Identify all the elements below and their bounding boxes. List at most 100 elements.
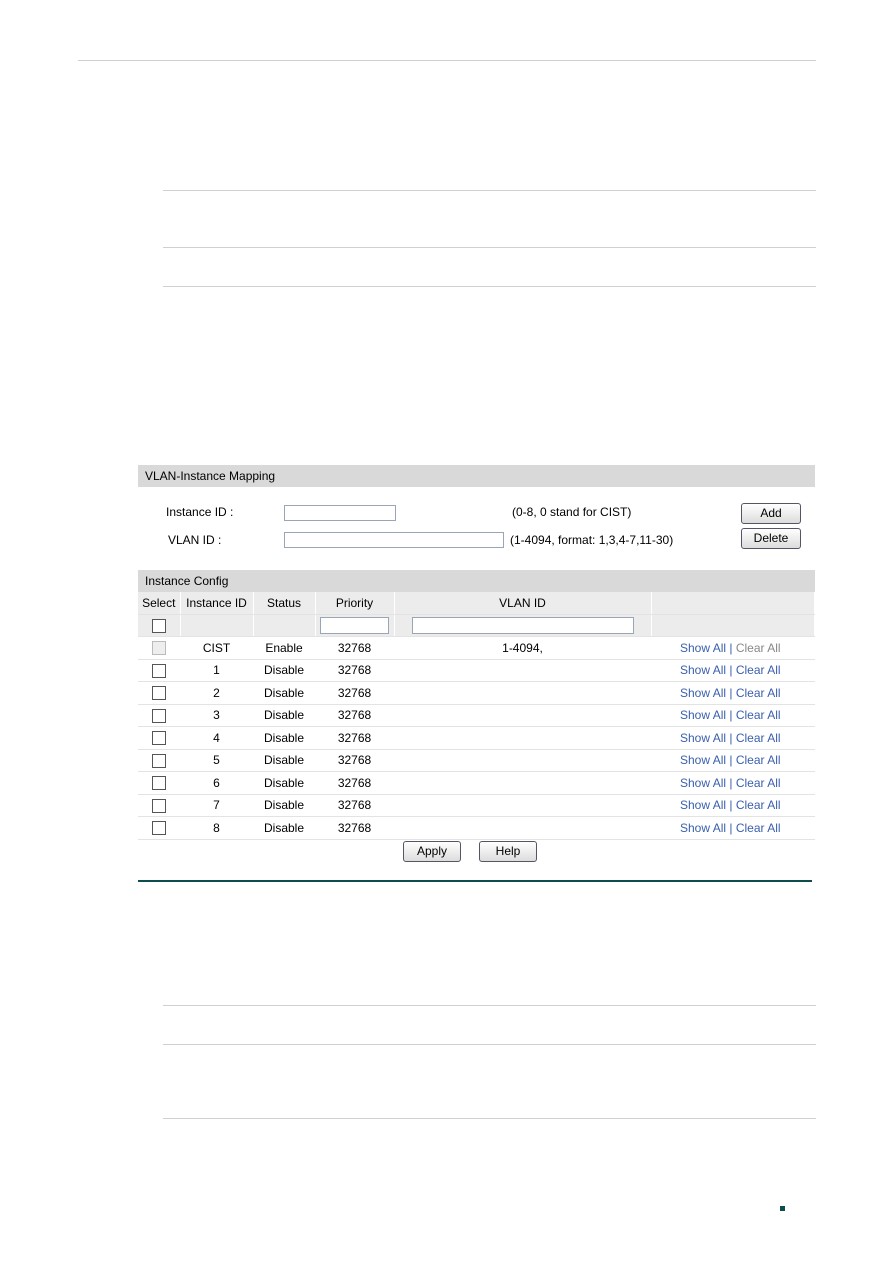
show-all-link[interactable]: Show All — [680, 731, 726, 745]
priority-cell: 32768 — [315, 681, 394, 705]
vlan-id-cell — [394, 704, 651, 727]
clear-all-link[interactable]: Clear All — [736, 776, 781, 790]
separator: | — [729, 753, 733, 768]
apply-button[interactable]: Apply — [403, 841, 461, 862]
delete-button[interactable]: Delete — [741, 528, 801, 549]
table-rule — [163, 1044, 816, 1045]
table-rule — [163, 247, 816, 248]
vlan-id-cell — [394, 794, 651, 817]
vlan-id-cell — [394, 771, 651, 795]
clear-all-link[interactable]: Clear All — [736, 798, 781, 812]
show-all-link[interactable]: Show All — [680, 821, 726, 835]
separator: | — [729, 820, 733, 835]
row-checkbox — [152, 641, 166, 656]
clear-all-link: Clear All — [735, 640, 781, 655]
row-checkbox[interactable] — [152, 798, 166, 813]
row-checkbox[interactable] — [152, 776, 166, 791]
col-actions — [651, 592, 815, 615]
separator: | — [729, 775, 733, 790]
status-cell: Disable — [253, 749, 315, 772]
instance-id-cell: 2 — [180, 681, 253, 705]
clear-all-link[interactable]: Clear All — [736, 663, 781, 677]
clear-all-link[interactable]: Clear All — [736, 821, 781, 835]
priority-cell: 32768 — [315, 771, 394, 795]
separator: | — [729, 685, 733, 700]
show-all-link[interactable]: Show All — [680, 708, 726, 722]
table-row: 8 Disable 32768 Show All | Clear All — [138, 816, 815, 840]
priority-cell: 32768 — [315, 636, 394, 660]
table-row: 2 Disable 32768 Show All | Clear All — [138, 681, 815, 705]
instance-id-cell: CIST — [180, 636, 253, 660]
table-row: 4 Disable 32768 Show All | Clear All — [138, 726, 815, 750]
status-cell: Disable — [253, 704, 315, 727]
priority-cell: 32768 — [315, 659, 394, 682]
separator: | — [729, 708, 733, 723]
table-rule — [163, 1118, 816, 1119]
separator: | — [729, 730, 733, 745]
vlan-id-cell — [394, 681, 651, 705]
vlan-filter-input[interactable] — [411, 616, 634, 634]
col-select: Select — [138, 592, 181, 615]
clear-all-link[interactable]: Clear All — [736, 686, 781, 700]
col-priority: Priority — [315, 592, 395, 615]
table-rule — [163, 1005, 816, 1006]
instance-id-cell: 6 — [180, 771, 253, 795]
show-all-link[interactable]: Show All — [680, 641, 726, 655]
help-button[interactable]: Help — [479, 841, 537, 862]
instance-id-cell: 1 — [180, 659, 253, 682]
vlan-id-cell — [394, 749, 651, 772]
col-status: Status — [253, 592, 316, 615]
separator: | — [729, 798, 733, 813]
col-instance-id: Instance ID — [180, 592, 254, 615]
row-checkbox[interactable] — [152, 663, 166, 678]
priority-cell: 32768 — [315, 749, 394, 772]
show-all-link[interactable]: Show All — [680, 686, 726, 700]
clear-all-link[interactable]: Clear All — [736, 753, 781, 767]
add-button[interactable]: Add — [741, 503, 801, 524]
table-row: 3 Disable 32768 Show All | Clear All — [138, 704, 815, 727]
filter-row — [138, 614, 815, 637]
priority-cell: 32768 — [315, 726, 394, 750]
instance-id-cell: 3 — [180, 704, 253, 727]
row-checkbox[interactable] — [152, 821, 166, 836]
status-cell: Disable — [253, 794, 315, 817]
separator: | — [729, 640, 733, 655]
instance-id-cell: 4 — [180, 726, 253, 750]
priority-cell: 32768 — [315, 794, 394, 817]
table-rule — [163, 286, 816, 287]
status-cell: Disable — [253, 681, 315, 705]
priority-cell: 32768 — [315, 816, 394, 840]
status-cell: Disable — [253, 816, 315, 840]
table-row: 5 Disable 32768 Show All | Clear All — [138, 749, 815, 772]
clear-all-link[interactable]: Clear All — [736, 731, 781, 745]
instance-id-label: Instance ID : — [166, 505, 234, 519]
show-all-link[interactable]: Show All — [680, 798, 726, 812]
figure-rule — [138, 880, 812, 882]
instance-id-input[interactable] — [284, 505, 396, 521]
vlan-id-cell — [394, 816, 651, 840]
vlan-id-label: VLAN ID : — [168, 533, 222, 547]
select-all-checkbox[interactable] — [151, 618, 166, 633]
instance-id-cell: 5 — [180, 749, 253, 772]
instance-config-table: Select Instance ID Status Priority VLAN … — [138, 592, 815, 840]
config-section-header: Instance Config — [138, 570, 815, 592]
row-checkbox[interactable] — [152, 753, 166, 768]
show-all-link[interactable]: Show All — [680, 753, 726, 767]
status-cell: Disable — [253, 659, 315, 682]
status-cell: Enable — [253, 636, 315, 660]
clear-all-link[interactable]: Clear All — [736, 708, 781, 722]
instance-id-hint: (0-8, 0 stand for CIST) — [512, 505, 632, 519]
row-checkbox[interactable] — [152, 708, 166, 723]
col-vlan-id: VLAN ID — [394, 592, 652, 615]
row-checkbox[interactable] — [152, 686, 166, 701]
table-row: 7 Disable 32768 Show All | Clear All — [138, 794, 815, 817]
vlan-id-cell: 1-4094, — [394, 636, 651, 660]
vlan-id-cell — [394, 659, 651, 682]
show-all-link[interactable]: Show All — [680, 663, 726, 677]
row-checkbox[interactable] — [152, 731, 166, 746]
table-row: CIST Enable 32768 1-4094, Show All | Cle… — [138, 636, 815, 660]
show-all-link[interactable]: Show All — [680, 776, 726, 790]
priority-filter-input[interactable] — [320, 616, 389, 634]
separator: | — [729, 663, 733, 678]
vlan-id-input[interactable] — [284, 532, 504, 548]
